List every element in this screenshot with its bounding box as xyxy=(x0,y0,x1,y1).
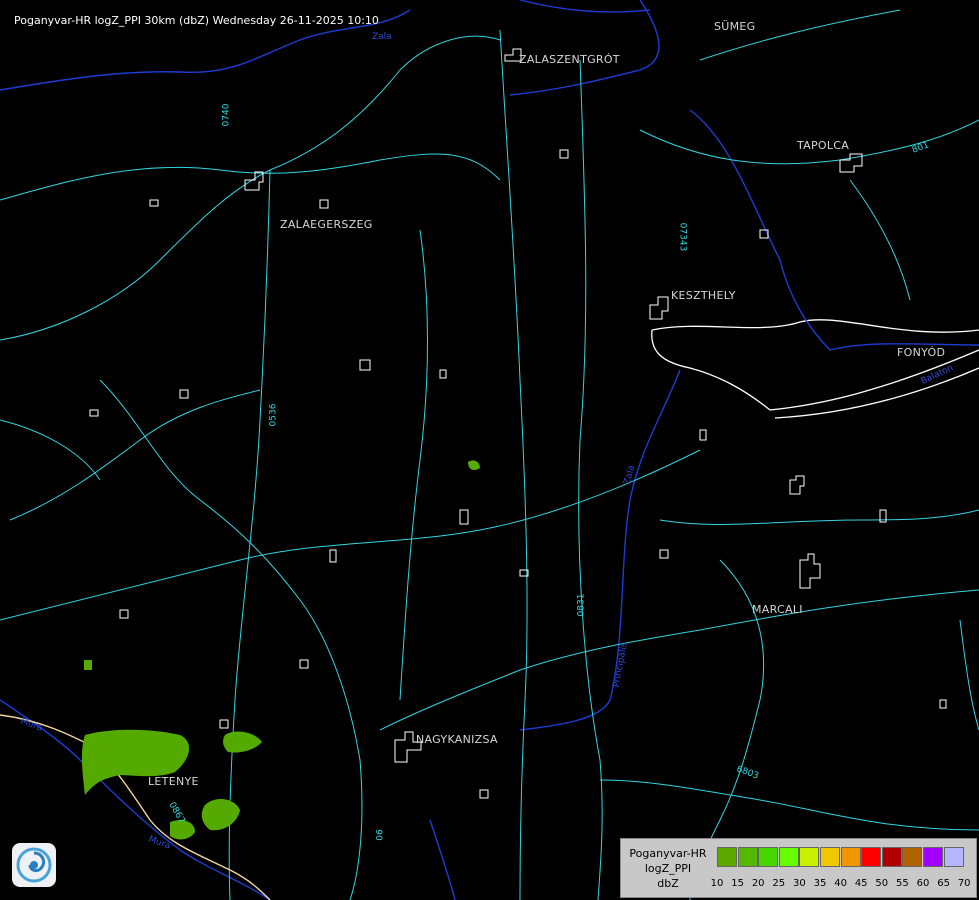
town-label-fonyod: FONYÓD xyxy=(897,346,946,359)
legend-swatch xyxy=(861,847,882,867)
echo-cell xyxy=(223,731,262,753)
echo-cell xyxy=(170,820,195,840)
town-label-keszthely: KESZTHELY xyxy=(671,289,736,302)
legend-title: Poganyvar-HR logZ_PPI dbZ xyxy=(625,846,711,891)
legend-swatch xyxy=(799,847,820,867)
town-label-tapolca: TAPOLCA xyxy=(797,139,850,152)
town-label-zalaszentgrot: ZALASZENTGRÓT xyxy=(519,53,620,66)
legend-swatch xyxy=(820,847,840,867)
color-scale-legend: Poganyvar-HR logZ_PPI dbZ 10 15 20 25 30 35 40… xyxy=(620,838,977,898)
radar-map xyxy=(0,0,979,900)
echo-cell xyxy=(201,798,240,831)
settlements xyxy=(89,48,947,869)
town-label-nagykanizsa: NAGYKANIZSA xyxy=(416,733,498,746)
legend-swatch xyxy=(943,847,964,867)
town-label-marcali: MARCALI xyxy=(752,603,803,616)
map-title: Poganyvar-HR logZ_PPI 30km (dbZ) Wednesd… xyxy=(14,14,379,27)
road-label-06: 06 xyxy=(375,829,386,841)
legend-title-line-2: logZ_PPI xyxy=(644,862,692,875)
legend-swatch xyxy=(717,847,737,867)
legend-swatch xyxy=(758,847,779,867)
legend-swatch xyxy=(923,847,943,867)
legend-title-line-3: dbZ xyxy=(657,877,679,890)
town-label-zalaegerszeg: ZALAEGERSZEG xyxy=(280,218,373,231)
road-label-07343: 07343 xyxy=(677,222,688,252)
legend-title-line-1: Poganyvar-HR xyxy=(629,847,707,860)
road-label-0831: 0831 xyxy=(576,593,587,617)
legend-swatch xyxy=(881,847,902,867)
radar-logo-icon xyxy=(12,843,56,887)
legend-swatch xyxy=(737,847,758,867)
legend-swatch xyxy=(778,847,799,867)
radar-echoes xyxy=(81,460,480,840)
legend-swatch xyxy=(902,847,923,867)
road-label-0536: 0536 xyxy=(268,403,279,427)
town-label-letenye: LETENYE xyxy=(148,775,199,788)
legend-level-label: 70 xyxy=(957,878,971,889)
echo-cell xyxy=(84,660,92,670)
river-label-zala: Zala xyxy=(372,32,392,42)
echo-cell xyxy=(468,460,480,470)
road-label-0740: 0740 xyxy=(221,103,232,127)
town-label-sumeg: SÜMEG xyxy=(714,20,756,33)
legend-swatch xyxy=(840,847,861,867)
